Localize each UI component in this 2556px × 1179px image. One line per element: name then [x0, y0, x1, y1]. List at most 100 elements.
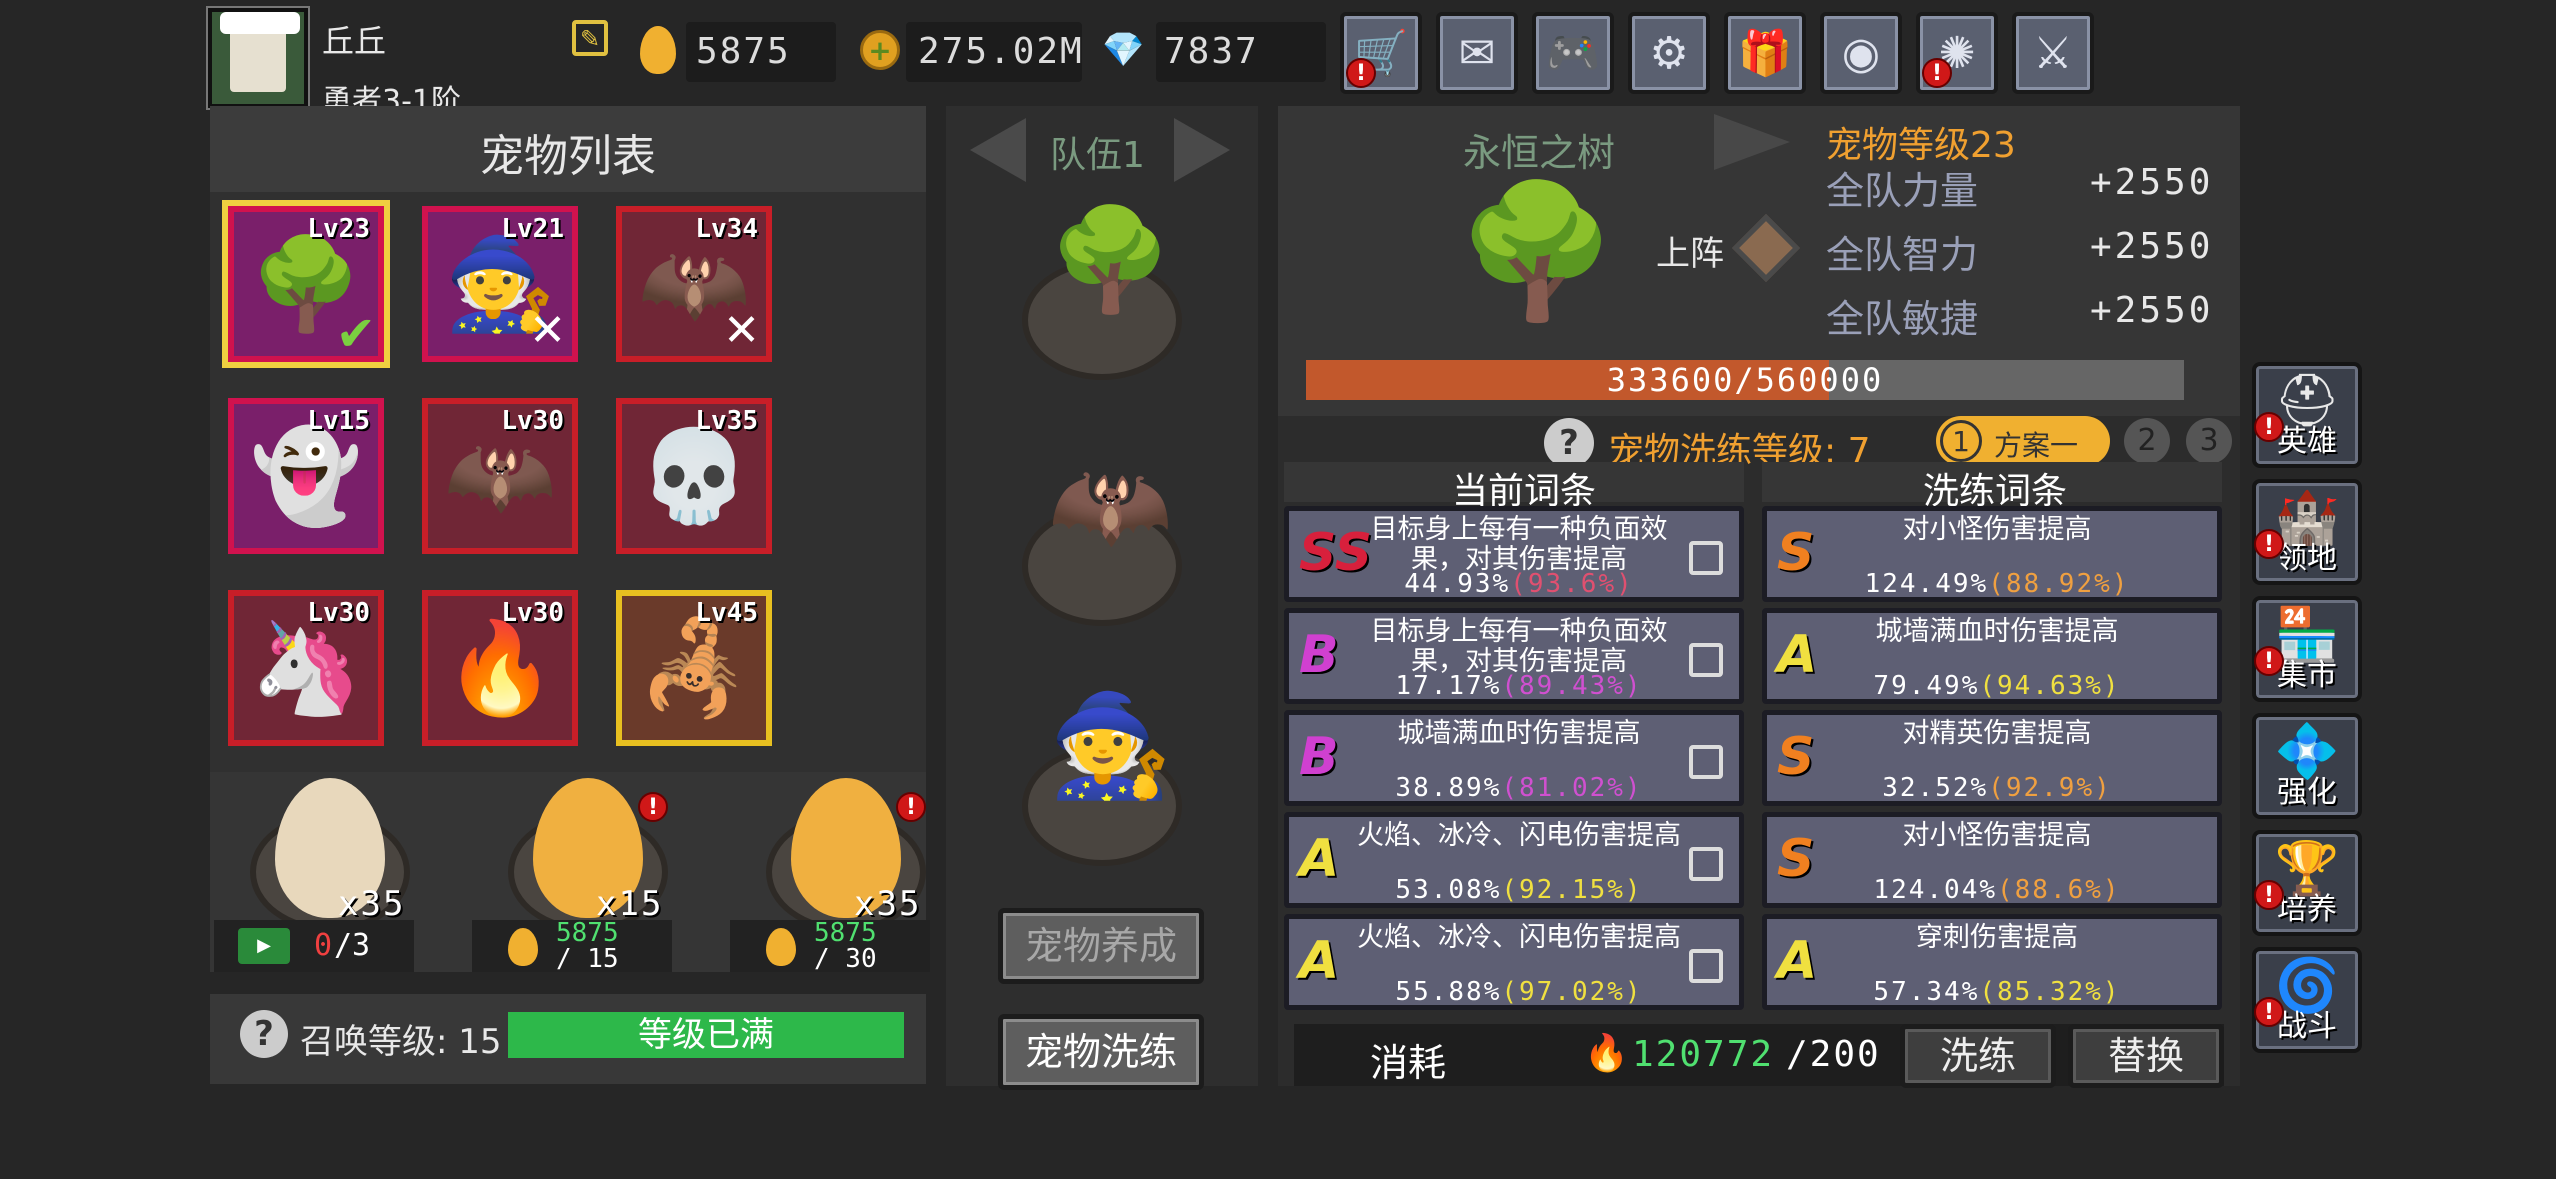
pet-card[interactable]: 🧙 Lv21 ✕ — [422, 206, 578, 362]
plan-tab-2[interactable]: 2 — [2124, 418, 2170, 464]
affix-card[interactable]: A 火焰、冰冷、闪电伤害提高 55.88%(97.02%) — [1284, 914, 1744, 1010]
pet-refine-button[interactable]: 宠物洗练 — [998, 1014, 1204, 1090]
side-nav-item[interactable]: 🏰 领地! — [2252, 479, 2362, 585]
side-nav-item[interactable]: 🏆 培养! — [2252, 830, 2362, 936]
gem-value: 7837 — [1164, 31, 1259, 72]
gem-icon[interactable]: 💎 — [1102, 32, 1146, 68]
affix-value: 53.08% — [1395, 875, 1502, 905]
settings-button[interactable]: ⚙ — [1628, 12, 1710, 94]
shop-button[interactable]: 🛒! — [1340, 12, 1422, 94]
pet-card[interactable]: 🦂 Lv45 — [616, 590, 772, 746]
fireworks-button[interactable]: ✺! — [1916, 12, 1998, 94]
unlock-icon[interactable] — [1689, 541, 1723, 575]
affix-card[interactable]: A 穿刺伤害提高 57.34%(85.32%) — [1762, 914, 2222, 1010]
unlock-icon[interactable] — [1689, 847, 1723, 881]
affix-card[interactable]: A 城墙满血时伤害提高 79.49%(94.63%) — [1762, 608, 2222, 704]
gold-coin-icon[interactable]: + — [860, 30, 900, 70]
player-avatar[interactable] — [208, 8, 308, 108]
affix-text: 火焰、冰冷、闪电伤害提高 — [1357, 922, 1681, 953]
affix-value: 79.49% — [1873, 671, 1980, 701]
pet-icon: 🦂 — [637, 615, 751, 721]
affix-card[interactable]: B 目标身上每有一种负面效果，对其伤害提高 17.17%(89.43%) — [1284, 608, 1744, 704]
pet-card[interactable]: 💀 Lv35 — [616, 398, 772, 554]
team-prev-arrow[interactable] — [970, 118, 1026, 182]
team-slot[interactable]: 🦇 — [1022, 436, 1182, 636]
affix-text: 对精英伤害提高 — [1902, 718, 2092, 749]
cost-value: 120772 — [1632, 1034, 1775, 1075]
gift-button[interactable]: 🎁 — [1724, 12, 1806, 94]
unlock-icon[interactable] — [1689, 643, 1723, 677]
lottery-wheel-icon: ◉ — [1841, 27, 1881, 79]
pet-card[interactable]: 🦇 Lv30 — [422, 398, 578, 554]
edit-name-icon[interactable]: ✎ — [572, 20, 608, 56]
affix-values: 57.34%(85.32%) — [1827, 977, 2167, 1007]
lottery-wheel-button[interactable]: ◉ — [1820, 12, 1902, 94]
egg-summon-slot[interactable]: x35 ▶ 0/3 — [214, 772, 430, 972]
mail-button[interactable]: ✉ — [1436, 12, 1518, 94]
unlock-icon[interactable] — [1689, 949, 1723, 983]
stat-label: 全队敏捷 — [1826, 297, 1979, 341]
team-label: 队伍1 — [1050, 135, 1145, 176]
alert-badge: ! — [2254, 412, 2284, 442]
side-nav-item[interactable]: 🏪 集市! — [2252, 596, 2362, 702]
pet-icon: 🦇 — [443, 423, 557, 529]
flame-currency-icon: 🔥 — [1584, 1033, 1629, 1074]
pet-card[interactable]: 🦄 Lv30 — [228, 590, 384, 746]
affix-max: (94.63%) — [1979, 671, 2121, 701]
refine-action-button[interactable]: 洗练 — [1900, 1024, 2056, 1088]
pet-card[interactable]: 🔥 Lv30 — [422, 590, 578, 746]
help-icon[interactable]: ? — [240, 1010, 288, 1058]
side-nav-item[interactable]: 🌀 战斗! — [2252, 947, 2362, 1053]
affix-card[interactable]: A 火焰、冰冷、闪电伤害提高 53.08%(92.15%) — [1284, 812, 1744, 908]
pet-level-label: Lv30 — [501, 406, 564, 436]
team-slot[interactable]: 🧙 — [1022, 676, 1182, 876]
affix-values: 79.49%(94.63%) — [1827, 671, 2167, 701]
pet-raise-button[interactable]: 宠物养成 — [998, 908, 1204, 984]
egg-summon-slot[interactable]: ! x15 5875/ 15 — [472, 772, 688, 974]
affix-values: 17.17%(89.43%) — [1349, 671, 1689, 701]
pet-detail-panel: 永恒之树 宠物等级23 🌳 上阵 全队力量 +2550 全队智力 +2550 全队敏捷 +… — [1278, 106, 2240, 1088]
affix-grade: B — [1299, 625, 1339, 685]
affix-grade: S — [1777, 829, 1815, 889]
team-member-icon: 🌳 — [1048, 201, 1173, 318]
deploy-label: 上阵 — [1656, 234, 1724, 274]
affix-card[interactable]: S 对小怪伤害提高 124.49%(88.92%) — [1762, 506, 2222, 602]
battle-swords-button[interactable]: ⚔ — [2012, 12, 2094, 94]
exp-bar: 333600/560000 — [1306, 360, 2184, 400]
pet-icon: 🔥 — [443, 615, 557, 721]
affix-max: (81.02%) — [1501, 773, 1643, 803]
watch-ad-icon[interactable]: ▶ — [238, 928, 290, 964]
affix-max: (92.15%) — [1501, 875, 1643, 905]
affix-values: 53.08%(92.15%) — [1349, 875, 1689, 905]
pet-card[interactable]: 👻 Lv15 — [228, 398, 384, 554]
affix-card[interactable]: B 城墙满血时伤害提高 38.89%(81.02%) — [1284, 710, 1744, 806]
side-nav-item[interactable]: 💠 强化 — [2252, 713, 2362, 819]
plan-tab-1[interactable]: 1 方案一 — [1936, 416, 2110, 466]
affix-grade: A — [1299, 829, 1340, 889]
affix-card[interactable]: SS 目标身上每有一种负面效果，对其伤害提高 44.93%(93.6%) — [1284, 506, 1744, 602]
team-column: 队伍1 🌳 🦇 🧙 宠物养成 宠物洗练 — [946, 106, 1258, 1090]
pet-card[interactable]: 🦇 Lv34 ✕ — [616, 206, 772, 362]
unlock-icon[interactable] — [1689, 745, 1723, 779]
pet-level-label: Lv34 — [695, 214, 758, 244]
affix-max: (89.43%) — [1501, 671, 1643, 701]
team-slot[interactable]: 🌳 — [1022, 190, 1182, 390]
team-next-arrow[interactable] — [1174, 118, 1230, 182]
unequipped-x-icon: ✕ — [723, 305, 760, 356]
affix-text: 对小怪伤害提高 — [1902, 514, 2092, 545]
egg-cost-total: /3 — [334, 928, 371, 963]
pet-card[interactable]: 🌳 Lv23 ✔ — [228, 206, 384, 362]
pet-level-label: Lv35 — [695, 406, 758, 436]
alert-badge: ! — [2254, 997, 2284, 1027]
affix-card[interactable]: S 对精英伤害提高 32.52%(92.9%) — [1762, 710, 2222, 806]
side-nav-item[interactable]: ⛑ 英雄! — [2252, 362, 2362, 468]
pet-icon: 👻 — [249, 423, 363, 529]
affix-card[interactable]: S 对小怪伤害提高 124.04%(88.6%) — [1762, 812, 2222, 908]
replace-button[interactable]: 替换 — [2068, 1024, 2224, 1088]
plan-tab-3[interactable]: 3 — [2186, 418, 2232, 464]
egg-summon-slot[interactable]: ! x35 5875/ 30 — [730, 772, 946, 974]
gamepad-button[interactable]: 🎮 — [1532, 12, 1614, 94]
refine-help-icon[interactable]: ? — [1544, 418, 1594, 468]
pet-grid: 🌳 Lv23 ✔ 🧙 Lv21 ✕ 🦇 Lv34 ✕ 👻 Lv15 🦇 Lv30 💀 Lv35 🦄 Lv30 🔥 L… — [210, 192, 926, 772]
affix-values: 124.04%(88.6%) — [1827, 875, 2167, 905]
